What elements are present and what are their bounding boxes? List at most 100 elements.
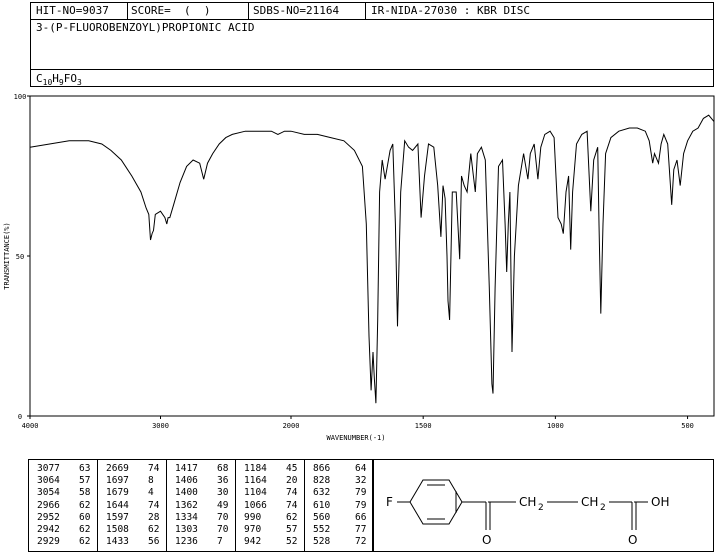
acid-oxygen-label: O xyxy=(628,533,637,547)
peak-column-divider xyxy=(97,460,98,551)
peak-wavenumber: 1644 xyxy=(106,499,129,511)
peak-transmittance: 28 xyxy=(148,511,160,523)
x-tick-label: 500 xyxy=(681,422,694,430)
peak-wavenumber: 1406 xyxy=(175,475,198,487)
peak-transmittance: 62 xyxy=(79,536,91,548)
x-tick-label: 1000 xyxy=(547,422,564,430)
peak-wavenumber: 1236 xyxy=(175,536,198,548)
peak-transmittance: 64 xyxy=(355,463,367,474)
y-axis-ticks: 100 50 0 xyxy=(14,93,30,421)
peak-transmittance: 70 xyxy=(217,524,229,535)
peak-transmittance: 58 xyxy=(79,487,91,499)
peak-wavenumber: 1362 xyxy=(175,499,198,511)
peak-transmittance: 70 xyxy=(217,511,229,523)
peak-wavenumber: 2952 xyxy=(37,511,60,523)
peak-wavenumber: 3064 xyxy=(37,475,60,487)
peak-transmittance: 57 xyxy=(79,475,91,487)
peak-transmittance: 63 xyxy=(79,463,91,474)
peak-wavenumber: 2929 xyxy=(37,536,60,548)
y-tick-label: 100 xyxy=(14,93,27,101)
benzene-ring xyxy=(409,479,463,525)
peak-wavenumber: 1508 xyxy=(106,524,129,535)
peak-wavenumber: 1334 xyxy=(175,511,198,523)
peak-transmittance: 68 xyxy=(217,463,229,474)
peak-transmittance: 74 xyxy=(148,499,160,511)
structure-box: F O CH 2 CH 2 O OH xyxy=(373,459,714,552)
peak-wavenumber: 2942 xyxy=(37,524,60,535)
header-divider xyxy=(365,3,366,19)
peak-column-divider xyxy=(304,460,305,551)
ketone-oxygen-label: O xyxy=(482,533,491,547)
peak-transmittance: 8 xyxy=(148,475,154,487)
header-row: HIT-NO=9037 SCORE= ( ) SDBS-NO=21164 IR-… xyxy=(31,3,713,20)
peak-wavenumber: 1184 xyxy=(244,463,267,474)
peak-transmittance: 74 xyxy=(148,463,160,474)
x-axis-label: WAVENUMBER(-1) xyxy=(326,434,385,442)
peak-transmittance: 36 xyxy=(217,475,229,487)
peak-wavenumber: 1400 xyxy=(175,487,198,499)
ir-spectrum-chart: 100500 4000 3000 2000 1500 1000 500 WAVENUMBE… xyxy=(3,93,715,442)
peak-wavenumber: 528 xyxy=(313,536,331,548)
peak-transmittance: 49 xyxy=(217,499,229,511)
peak-transmittance: 62 xyxy=(79,499,91,511)
peak-transmittance: 72 xyxy=(355,536,367,548)
formula-divider xyxy=(31,69,713,70)
structure-drawing: F O CH 2 CH 2 O OH xyxy=(386,479,669,547)
peak-wavenumber: 1697 xyxy=(106,475,129,487)
peak-transmittance: 74 xyxy=(286,487,298,499)
header-divider xyxy=(248,3,249,19)
ir-identifier: IR-NIDA-27030 : KBR DISC xyxy=(371,4,530,17)
methylene-subscript: 2 xyxy=(538,503,544,513)
compound-name: 3-(P-FLUOROBENZOYL)PROPIONIC ACID xyxy=(36,21,255,34)
peak-transmittance: 45 xyxy=(286,463,298,474)
fluorine-label: F xyxy=(386,495,393,509)
peak-wavenumber: 1303 xyxy=(175,524,198,535)
peak-wavenumber: 970 xyxy=(244,524,262,535)
peak-transmittance: 66 xyxy=(355,511,367,523)
peak-wavenumber: 1066 xyxy=(244,499,267,511)
peak-wavenumber: 2966 xyxy=(37,499,60,511)
peak-transmittance: 62 xyxy=(79,524,91,535)
peak-transmittance: 7 xyxy=(217,536,223,548)
peak-column-divider xyxy=(166,460,167,551)
peak-transmittance: 79 xyxy=(355,499,367,511)
peak-table: 3077 63 3064 57 3054 58 2966 62 2952 60 2942 62 2929… xyxy=(28,459,373,552)
peak-wavenumber: 866 xyxy=(313,463,331,474)
methylene-label: CH xyxy=(581,495,598,509)
peak-transmittance: 77 xyxy=(355,524,367,535)
header-divider xyxy=(127,3,128,19)
spectrum-line xyxy=(29,114,715,404)
score: SCORE= ( ) xyxy=(131,4,211,17)
x-tick-label: 1500 xyxy=(415,422,432,430)
y-tick-label: 50 xyxy=(16,253,24,261)
peak-wavenumber: 3077 xyxy=(37,463,60,474)
peak-wavenumber: 828 xyxy=(313,475,331,487)
peak-transmittance: 62 xyxy=(148,524,160,535)
peak-transmittance: 4 xyxy=(148,487,154,499)
hit-number: HIT-NO=9037 xyxy=(36,4,109,17)
peak-wavenumber: 3054 xyxy=(37,487,60,499)
x-tick-label: 3000 xyxy=(152,422,169,430)
molecular-formula: C10H9FO3 xyxy=(36,72,82,87)
peak-wavenumber: 1679 xyxy=(106,487,129,499)
peak-wavenumber: 560 xyxy=(313,511,331,523)
peak-wavenumber: 1433 xyxy=(106,536,129,548)
y-tick-label: 0 xyxy=(18,413,22,421)
methylene-label: CH xyxy=(519,495,536,509)
peak-wavenumber: 1164 xyxy=(244,475,267,487)
peak-transmittance: 57 xyxy=(286,524,298,535)
peak-wavenumber: 1597 xyxy=(106,511,129,523)
peak-transmittance: 60 xyxy=(79,511,91,523)
peak-column-divider xyxy=(235,460,236,551)
x-tick-label: 4000 xyxy=(22,422,39,430)
peak-transmittance: 20 xyxy=(286,475,298,487)
peak-wavenumber: 2669 xyxy=(106,463,129,474)
peak-wavenumber: 1104 xyxy=(244,487,267,499)
peak-transmittance: 56 xyxy=(148,536,160,548)
peak-transmittance: 79 xyxy=(355,487,367,499)
y-axis-label: TRANSMITTANCE(%) xyxy=(3,222,11,289)
x-axis-ticks: 4000 3000 2000 1500 1000 500 xyxy=(22,416,694,430)
peak-wavenumber: 990 xyxy=(244,511,262,523)
peak-wavenumber: 1417 xyxy=(175,463,198,474)
hydroxyl-label: OH xyxy=(651,495,669,509)
